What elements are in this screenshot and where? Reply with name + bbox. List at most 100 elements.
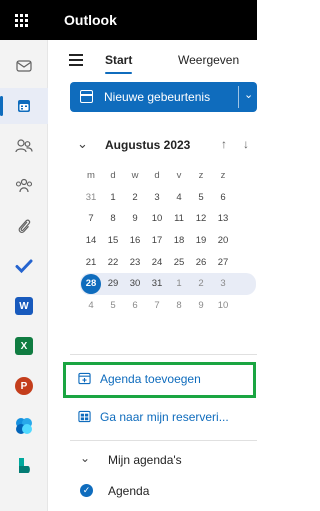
outlook-app: Outlook W X P Start Weergeven Nieuwe geb… — [0, 0, 257, 511]
month-navigator: ⌄ Augustus 2023 ↑ ↓ — [63, 135, 257, 155]
new-event-label: Nieuwe gebeurtenis — [104, 90, 211, 104]
day-cell[interactable]: 23 — [124, 253, 146, 273]
day-cell[interactable]: 9 — [124, 209, 146, 229]
hamburger-icon[interactable] — [69, 54, 83, 66]
day-cell[interactable]: 25 — [168, 253, 190, 273]
section-divider — [70, 354, 257, 355]
week-row: 7 8 9 10 11 12 13 — [80, 208, 256, 230]
day-cell[interactable]: 24 — [146, 253, 168, 273]
day-cell[interactable]: 26 — [190, 253, 212, 273]
calendar-list-item[interactable]: ✓ Agenda — [63, 480, 257, 502]
day-cell[interactable]: 5 — [102, 296, 124, 316]
day-cell[interactable]: 17 — [146, 231, 168, 251]
app-title: Outlook — [64, 12, 117, 28]
my-calendars-header[interactable]: ⌄ Mijn agenda's — [63, 450, 257, 470]
week-row: 21 22 23 24 25 26 27 — [80, 252, 256, 274]
today-day-cell[interactable]: 28 — [80, 274, 102, 295]
day-cell[interactable]: 9 — [190, 296, 212, 316]
rail-todo[interactable] — [0, 248, 48, 284]
booking-calendar-icon — [78, 410, 91, 423]
previous-month-arrow-icon[interactable]: ↑ — [221, 137, 227, 151]
new-event-button[interactable]: Nieuwe gebeurtenis ⌄ — [70, 82, 257, 112]
day-cell[interactable]: 2 — [124, 188, 146, 208]
day-cell[interactable]: 10 — [146, 209, 168, 229]
calendar-icon — [18, 100, 30, 112]
checkmark-icon[interactable]: ✓ — [80, 484, 93, 497]
excel-icon: X — [15, 337, 33, 355]
day-cell[interactable]: 15 — [102, 231, 124, 251]
section-divider — [70, 440, 257, 441]
day-cell[interactable]: 7 — [146, 296, 168, 316]
rail-groups[interactable] — [0, 168, 48, 204]
day-cell[interactable]: 1 — [102, 188, 124, 208]
booking-page-label: Ga naar mijn reserveri... — [100, 410, 229, 424]
day-cell[interactable]: 29 — [102, 274, 124, 294]
rail-bookings[interactable] — [0, 448, 48, 484]
day-cell[interactable]: 1 — [168, 274, 190, 294]
attachment-icon — [18, 219, 31, 234]
highlight-box — [63, 362, 256, 398]
day-cell[interactable]: 6 — [212, 188, 234, 208]
top-bar: Outlook — [0, 0, 257, 40]
tab-start[interactable]: Start — [105, 53, 133, 74]
day-cell[interactable]: 2 — [190, 274, 212, 294]
rail-people[interactable] — [0, 128, 48, 164]
day-cell[interactable]: 4 — [168, 188, 190, 208]
rail-copilot[interactable] — [0, 408, 48, 444]
day-cell[interactable]: 8 — [102, 209, 124, 229]
day-cell[interactable]: 14 — [80, 231, 102, 251]
main-pane: Start Weergeven Nieuwe gebeurtenis ⌄ ⌄ A… — [63, 40, 257, 511]
collapse-chevron-icon[interactable]: ⌄ — [77, 136, 88, 152]
weekday-header-row: m d w d v z z — [80, 165, 256, 187]
day-cell[interactable]: 10 — [212, 296, 234, 316]
rail-files[interactable] — [0, 208, 48, 244]
rail-excel[interactable]: X — [0, 328, 48, 364]
weekday-header: z — [220, 169, 226, 181]
day-cell[interactable]: 27 — [212, 253, 234, 273]
day-cell[interactable]: 20 — [212, 231, 234, 251]
day-cell[interactable]: 13 — [212, 209, 234, 229]
todo-icon — [15, 259, 33, 274]
rail-calendar[interactable] — [0, 88, 48, 124]
my-calendars-label: Mijn agenda's — [108, 453, 182, 467]
chevron-down-icon[interactable]: ⌄ — [244, 88, 253, 101]
chevron-down-icon: ⌄ — [80, 451, 91, 465]
day-cell[interactable]: 11 — [168, 209, 190, 229]
day-cell[interactable]: 6 — [124, 296, 146, 316]
day-cell[interactable]: 21 — [80, 253, 102, 273]
people-icon — [15, 139, 33, 153]
month-label[interactable]: Augustus 2023 — [105, 138, 190, 152]
bookings-icon — [19, 458, 30, 473]
day-cell[interactable]: 31 — [146, 274, 168, 294]
waffle-icon — [14, 13, 28, 27]
rail-word[interactable]: W — [0, 288, 48, 324]
day-cell[interactable]: 19 — [190, 231, 212, 251]
week-row: 4 5 6 7 8 9 10 — [80, 295, 256, 317]
ribbon-tabs: Start Weergeven — [63, 50, 257, 74]
powerpoint-icon: P — [15, 377, 33, 395]
day-cell[interactable]: 22 — [102, 253, 124, 273]
day-cell[interactable]: 7 — [80, 209, 102, 229]
current-week-row: 28 29 30 31 1 2 3 — [80, 273, 256, 296]
next-month-arrow-icon[interactable]: ↓ — [243, 137, 249, 151]
rail-mail[interactable] — [0, 48, 48, 84]
tab-weergeven[interactable]: Weergeven — [178, 53, 239, 67]
week-row: 31 1 2 3 4 5 6 — [80, 187, 256, 209]
day-cell[interactable]: 30 — [124, 274, 146, 294]
day-cell[interactable]: 31 — [80, 188, 102, 208]
rail-powerpoint[interactable]: P — [0, 368, 48, 404]
weekday-header: d — [110, 169, 116, 181]
weekday-header: v — [176, 169, 182, 181]
day-cell[interactable]: 3 — [146, 188, 168, 208]
copilot-icon — [16, 418, 32, 434]
day-cell[interactable]: 12 — [190, 209, 212, 229]
day-cell[interactable]: 4 — [80, 296, 102, 316]
day-cell[interactable]: 16 — [124, 231, 146, 251]
app-launcher-button[interactable] — [0, 0, 42, 40]
day-cell[interactable]: 18 — [168, 231, 190, 251]
day-cell[interactable]: 3 — [212, 274, 234, 294]
booking-page-link[interactable]: Ga naar mijn reserveri... — [68, 403, 257, 431]
day-cell[interactable]: 5 — [190, 188, 212, 208]
day-cell[interactable]: 8 — [168, 296, 190, 316]
mini-calendar: m d w d v z z 31 1 2 3 4 5 6 7 8 9 10 11… — [80, 165, 256, 317]
